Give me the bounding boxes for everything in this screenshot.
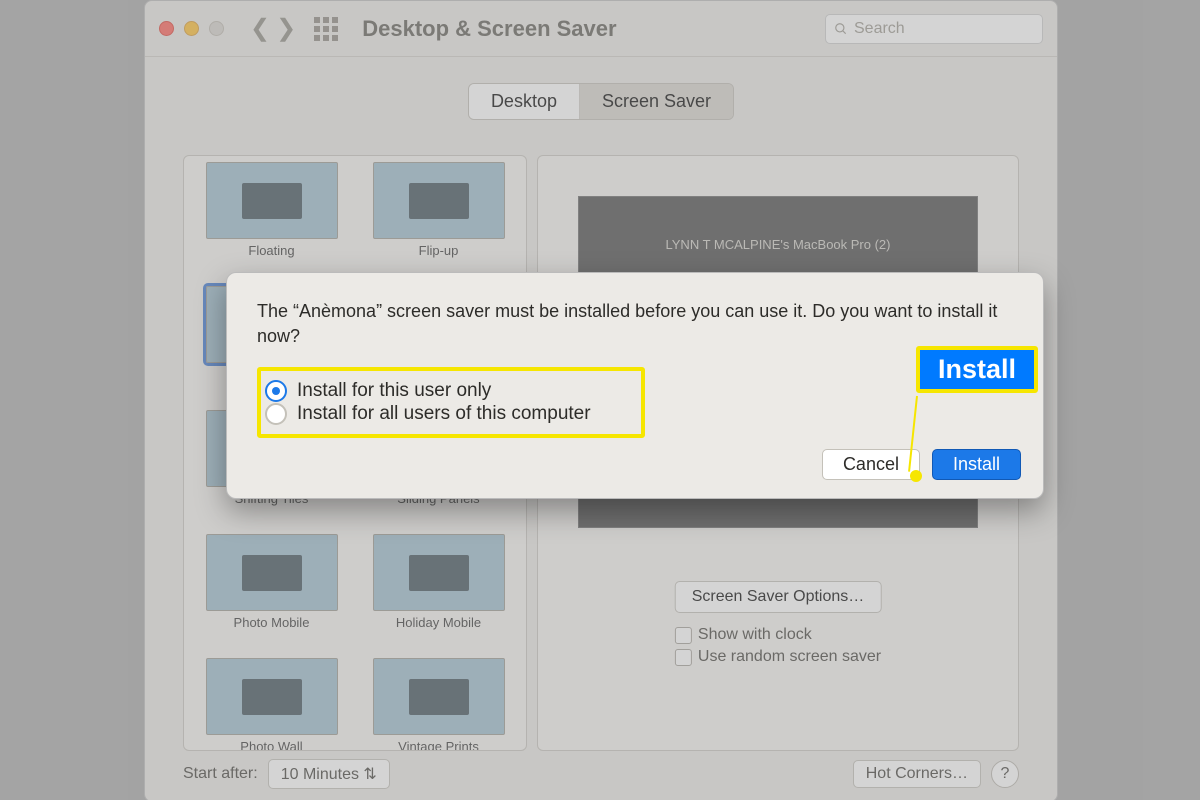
radio-all-users[interactable]: Install for all users of this computer xyxy=(265,403,591,425)
dialog-message: The “Anèmona” screen saver must be insta… xyxy=(257,299,1013,349)
annotation-install-callout: Install xyxy=(916,346,1038,393)
radio-icon xyxy=(265,403,287,425)
install-button[interactable]: Install xyxy=(932,449,1021,480)
radio-icon xyxy=(265,380,287,402)
radio-group-highlight: Install for this user only Install for a… xyxy=(257,367,645,438)
radio-user-only[interactable]: Install for this user only xyxy=(265,380,591,402)
cancel-button[interactable]: Cancel xyxy=(822,449,920,480)
annotation-leader-dot xyxy=(910,470,922,482)
